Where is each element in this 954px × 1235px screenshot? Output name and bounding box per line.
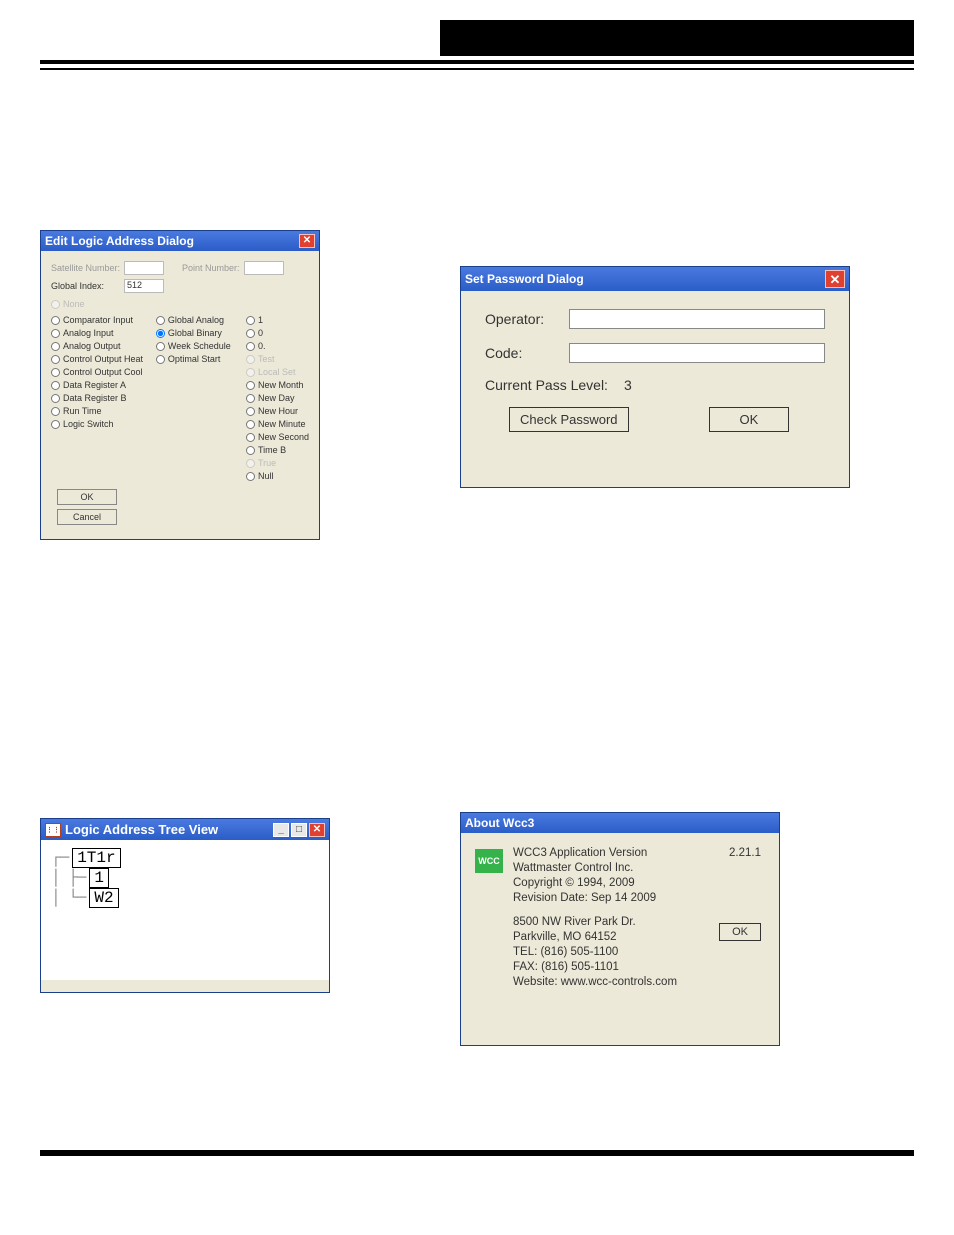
elad-pt-field[interactable]	[244, 261, 284, 275]
ok-button[interactable]: OK	[709, 407, 790, 432]
spd-title: Set Password Dialog	[465, 272, 584, 286]
spd-operator-label: Operator:	[485, 311, 555, 327]
about-revision: Revision Date: Sep 14 2009	[513, 892, 765, 904]
elad-radio-0-[interactable]: 0.	[246, 341, 309, 351]
elad-radio-control-output-heat[interactable]: Control Output Heat	[51, 354, 150, 364]
operator-field[interactable]	[569, 309, 825, 329]
elad-radio-new-second[interactable]: New Second	[246, 432, 309, 442]
elad-radio-week-schedule[interactable]: Week Schedule	[156, 341, 240, 351]
about-wcc3-dialog: About Wcc3 WCC WCC3 Application Version …	[460, 812, 780, 1046]
about-copyright: Copyright © 1994, 2009	[513, 877, 765, 889]
elad-sat-field[interactable]	[124, 261, 164, 275]
about-company: Wattmaster Control Inc.	[513, 862, 765, 874]
elad-none-label: None	[63, 299, 85, 309]
elad-radio-global-analog[interactable]: Global Analog	[156, 315, 240, 325]
wcc-logo-icon: WCC	[475, 849, 503, 873]
header-black-bar	[440, 20, 914, 56]
rule-thick	[40, 60, 914, 64]
spd-titlebar[interactable]: Set Password Dialog ✕	[461, 267, 849, 291]
rule-thin	[40, 68, 914, 70]
close-icon[interactable]: ✕	[299, 234, 315, 248]
ok-button[interactable]: OK	[57, 489, 117, 505]
elad-radio-true: True	[246, 458, 309, 468]
close-icon[interactable]: ✕	[825, 270, 845, 288]
tree-body[interactable]: ┌─1T1r │ ├─1 │ └─W2	[41, 840, 329, 980]
check-password-button[interactable]: Check Password	[509, 407, 629, 432]
elad-radio-data-register-b[interactable]: Data Register B	[51, 393, 150, 403]
elad-gi-label: Global Index:	[51, 281, 104, 291]
set-password-dialog: Set Password Dialog ✕ Operator: Code: Cu…	[460, 266, 850, 488]
tree-child-2[interactable]: W2	[89, 888, 118, 908]
elad-radio-global-binary[interactable]: Global Binary	[156, 328, 240, 338]
elad-title: Edit Logic Address Dialog	[45, 234, 194, 248]
elad-radio-1[interactable]: 1	[246, 315, 309, 325]
maximize-icon[interactable]: □	[291, 823, 307, 837]
elad-radio-none	[51, 300, 60, 309]
elad-radio-time-b[interactable]: Time B	[246, 445, 309, 455]
about-version: 2.21.1	[729, 847, 765, 859]
elad-radio-optimal-start[interactable]: Optimal Start	[156, 354, 240, 364]
close-icon[interactable]: ✕	[309, 823, 325, 837]
tree-child-1[interactable]: 1	[89, 868, 109, 888]
about-fax: FAX: (816) 505-1101	[513, 961, 765, 973]
tree-title: Logic Address Tree View	[65, 822, 218, 837]
tree-titlebar[interactable]: ⋮⋮ Logic Address Tree View _ □ ✕	[41, 819, 329, 840]
about-titlebar[interactable]: About Wcc3	[461, 813, 779, 833]
elad-radio-new-day[interactable]: New Day	[246, 393, 309, 403]
edit-logic-address-dialog: Edit Logic Address Dialog ✕ Satellite Nu…	[40, 230, 320, 540]
elad-titlebar[interactable]: Edit Logic Address Dialog ✕	[41, 231, 319, 251]
cancel-button[interactable]: Cancel	[57, 509, 117, 525]
elad-radio-new-hour[interactable]: New Hour	[246, 406, 309, 416]
minimize-icon[interactable]: _	[273, 823, 289, 837]
about-version-row: WCC3 Application Version 2.21.1	[513, 847, 765, 859]
elad-radio-analog-output[interactable]: Analog Output	[51, 341, 150, 351]
elad-radio-null[interactable]: Null	[246, 471, 309, 481]
elad-radio-run-time[interactable]: Run Time	[51, 406, 150, 416]
spd-code-label: Code:	[485, 345, 555, 361]
elad-sat-label: Satellite Number:	[51, 263, 120, 273]
about-version-label: WCC3 Application Version	[513, 847, 647, 859]
about-web: Website: www.wcc-controls.com	[513, 976, 765, 988]
elad-radio-analog-input[interactable]: Analog Input	[51, 328, 150, 338]
elad-pt-label: Point Number:	[182, 263, 240, 273]
about-tel: TEL: (816) 505-1100	[513, 946, 765, 958]
spd-cpl-value: 3	[624, 377, 632, 393]
spd-cpl-label: Current Pass Level:	[485, 377, 608, 393]
elad-radio-new-month[interactable]: New Month	[246, 380, 309, 390]
app-icon: ⋮⋮	[45, 823, 61, 837]
elad-gi-field[interactable]: 512	[124, 279, 164, 293]
elad-radio-test: Test	[246, 354, 309, 364]
code-field[interactable]	[569, 343, 825, 363]
elad-radio-0[interactable]: 0	[246, 328, 309, 338]
elad-radio-new-minute[interactable]: New Minute	[246, 419, 309, 429]
elad-radio-control-output-cool[interactable]: Control Output Cool	[51, 367, 150, 377]
footer-rule	[40, 1150, 914, 1156]
elad-radio-data-register-a[interactable]: Data Register A	[51, 380, 150, 390]
elad-radio-comparator-input[interactable]: Comparator Input	[51, 315, 150, 325]
logic-address-tree-view: ⋮⋮ Logic Address Tree View _ □ ✕ ┌─1T1r …	[40, 818, 330, 993]
about-title: About Wcc3	[465, 816, 534, 830]
tree-root[interactable]: 1T1r	[72, 848, 120, 868]
ok-button[interactable]: OK	[719, 923, 761, 941]
elad-radio-local-set: Local Set	[246, 367, 309, 377]
elad-radio-logic-switch[interactable]: Logic Switch	[51, 419, 150, 429]
